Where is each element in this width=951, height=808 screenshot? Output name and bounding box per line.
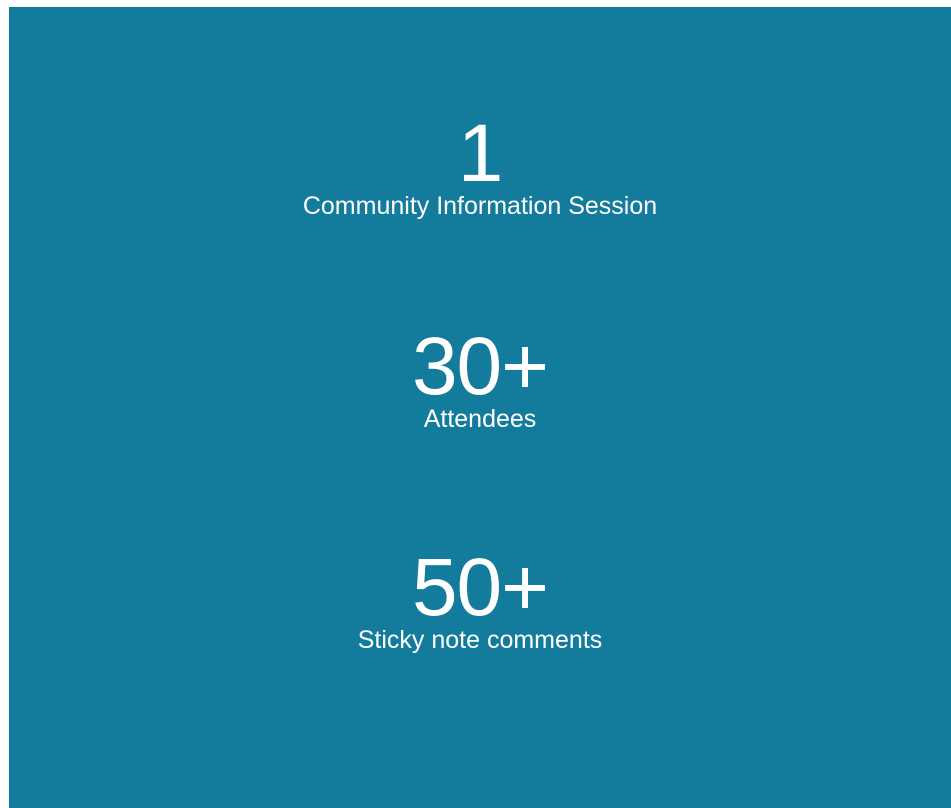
stat-label: Attendees (423, 405, 537, 433)
stat-value: 30+ (411, 321, 549, 412)
stat-sessions: 1 Community Information Session (9, 108, 951, 221)
stat-label: Sticky note comments (357, 626, 603, 654)
stat-attendees: 30+ Attendees (9, 321, 951, 434)
stats-panel: 1 Community Information Session 30+ Atte… (9, 7, 951, 808)
stat-label: Community Information Session (302, 192, 658, 220)
stat-value: 50+ (411, 542, 549, 633)
stat-value: 1 (457, 108, 504, 199)
stat-comments: 50+ Sticky note comments (9, 542, 951, 655)
